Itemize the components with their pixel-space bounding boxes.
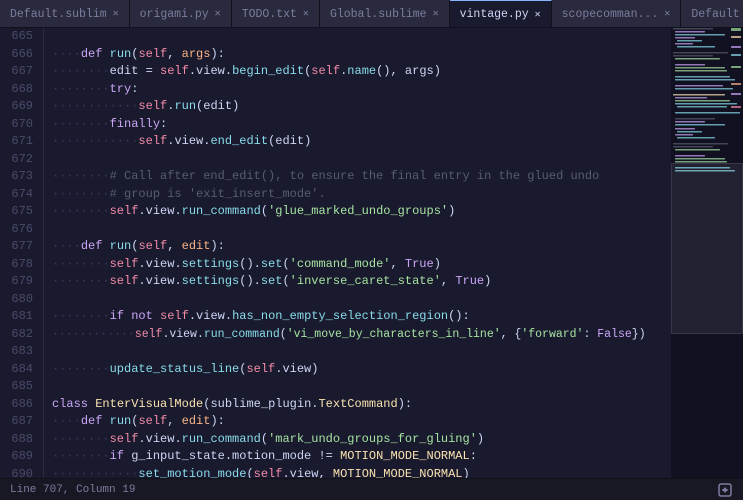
- line-num-667: 667: [6, 63, 33, 81]
- code-line-667: ········edit = self.view.begin_edit(self…: [52, 63, 671, 81]
- code-line-683: [52, 343, 671, 361]
- code-line-686: class EnterVisualMode(sublime_plugin.Tex…: [52, 396, 671, 414]
- line-num-668: 668: [6, 81, 33, 99]
- line-num-669: 669: [6, 98, 33, 116]
- tab-close[interactable]: ✕: [535, 9, 541, 21]
- line-num-687: 687: [6, 413, 33, 431]
- tab-close[interactable]: ✕: [303, 8, 309, 20]
- line-num-679: 679: [6, 273, 33, 291]
- code-line-684: ········update_status_line(self.view): [52, 361, 671, 379]
- code-line-677: ····def run(self, edit):: [52, 238, 671, 256]
- code-line-680: [52, 291, 671, 309]
- tab-todo[interactable]: TODO.txt ✕: [232, 0, 320, 28]
- line-num-690: 690: [6, 466, 33, 479]
- code-line-665: [52, 28, 671, 46]
- line-num-677: 677: [6, 238, 33, 256]
- tab-scopecommand[interactable]: scopecomman... ✕: [552, 0, 682, 28]
- line-num-673: 673: [6, 168, 33, 186]
- line-num-666: 666: [6, 46, 33, 64]
- tab-close[interactable]: ✕: [113, 8, 119, 20]
- line-num-671: 671: [6, 133, 33, 151]
- code-editor[interactable]: ····def run(self, args): ········edit = …: [44, 28, 671, 478]
- scroll-icon[interactable]: [717, 482, 733, 498]
- code-line-673: ········# Call after end_edit(), to ensu…: [52, 168, 671, 186]
- tab-close[interactable]: ✕: [433, 8, 439, 20]
- code-line-688: ········self.view.run_command('mark_undo…: [52, 431, 671, 449]
- line-num-676: 676: [6, 221, 33, 239]
- code-line-669: ············self.run(edit): [52, 98, 671, 116]
- code-line-676: [52, 221, 671, 239]
- tab-close[interactable]: ✕: [664, 8, 670, 20]
- line-num-688: 688: [6, 431, 33, 449]
- code-line-670: ········finally:: [52, 116, 671, 134]
- tab-label: scopecomman...: [562, 8, 659, 21]
- line-num-684: 684: [6, 361, 33, 379]
- code-line-679: ········self.view.settings().set('invers…: [52, 273, 671, 291]
- code-line-674: ········# group is 'exit_insert_mode'.: [52, 186, 671, 204]
- tab-label: Default.sublim: [10, 8, 107, 21]
- status-right: [717, 482, 733, 498]
- code-line-671: ············self.view.end_edit(edit): [52, 133, 671, 151]
- tab-default-wind[interactable]: Default (Wind... ✕: [681, 0, 743, 28]
- code-line-685: [52, 378, 671, 396]
- tab-label: Default (Wind...: [691, 8, 743, 21]
- line-num-670: 670: [6, 116, 33, 134]
- line-num-675: 675: [6, 203, 33, 221]
- line-number-gutter: 665 666 667 668 669 670 671 672 673 674 …: [0, 28, 44, 478]
- code-line-666: ····def run(self, args):: [52, 46, 671, 64]
- tab-vintage[interactable]: vintage.py ✕: [450, 0, 552, 28]
- code-line-681: ········if not self.view.has_non_empty_s…: [52, 308, 671, 326]
- tab-label: vintage.py: [460, 8, 529, 21]
- tab-bar: Default.sublim ✕ origami.py ✕ TODO.txt ✕…: [0, 0, 743, 28]
- minimap[interactable]: [671, 28, 743, 478]
- code-line-672: [52, 151, 671, 169]
- tab-origami[interactable]: origami.py ✕: [130, 0, 232, 28]
- line-num-672: 672: [6, 151, 33, 169]
- line-num-678: 678: [6, 256, 33, 274]
- tab-global-sublime[interactable]: Global.sublime ✕: [320, 0, 450, 28]
- editor-container: 665 666 667 668 669 670 671 672 673 674 …: [0, 28, 743, 478]
- line-num-680: 680: [6, 291, 33, 309]
- tab-label: origami.py: [140, 8, 209, 21]
- line-num-674: 674: [6, 186, 33, 204]
- code-line-682: ············self.view.run_command('vi_mo…: [52, 326, 671, 344]
- code-line-690: ············set_motion_mode(self.view, M…: [52, 466, 671, 479]
- code-line-675: ········self.view.run_command('glue_mark…: [52, 203, 671, 221]
- code-line-687: ····def run(self, edit):: [52, 413, 671, 431]
- code-line-678: ········self.view.settings().set('comman…: [52, 256, 671, 274]
- line-num-681: 681: [6, 308, 33, 326]
- line-num-682: 682: [6, 326, 33, 344]
- line-num-683: 683: [6, 343, 33, 361]
- line-num-665: 665: [6, 28, 33, 46]
- tab-close[interactable]: ✕: [215, 8, 221, 20]
- code-line-689: ········if g_input_state.motion_mode != …: [52, 448, 671, 466]
- line-num-685: 685: [6, 378, 33, 396]
- code-line-668: ········try:: [52, 81, 671, 99]
- tab-label: TODO.txt: [242, 8, 297, 21]
- status-bar: Line 707, Column 19: [0, 478, 743, 500]
- status-position: Line 707, Column 19: [10, 484, 135, 496]
- tab-label: Global.sublime: [330, 8, 427, 21]
- minimap-viewport[interactable]: [671, 163, 743, 334]
- line-num-689: 689: [6, 448, 33, 466]
- line-num-686: 686: [6, 396, 33, 414]
- tab-default-sublime[interactable]: Default.sublim ✕: [0, 0, 130, 28]
